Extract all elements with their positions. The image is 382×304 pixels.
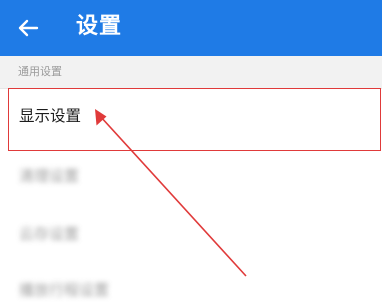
setting-item-label: 清理设置 [19,167,80,185]
back-button[interactable] [10,10,46,46]
page-title: 设置 [76,14,123,39]
setting-item-display[interactable]: 显示设置 [0,88,382,152]
setting-item-label: 播放行程设置 [19,281,110,299]
setting-item-clean[interactable]: 清理设置 [0,152,382,202]
app-bar: 设置 [0,0,382,56]
section-label: 通用设置 [18,65,62,78]
arrow-left-icon [18,19,39,37]
setting-item-label: 显示设置 [19,107,82,125]
setting-item-label: 云存设置 [19,225,80,243]
setting-item-cloud[interactable]: 云存设置 [0,212,382,256]
setting-item-playback[interactable]: 播放行程设置 [0,270,382,304]
section-header: 通用设置 [0,56,382,89]
